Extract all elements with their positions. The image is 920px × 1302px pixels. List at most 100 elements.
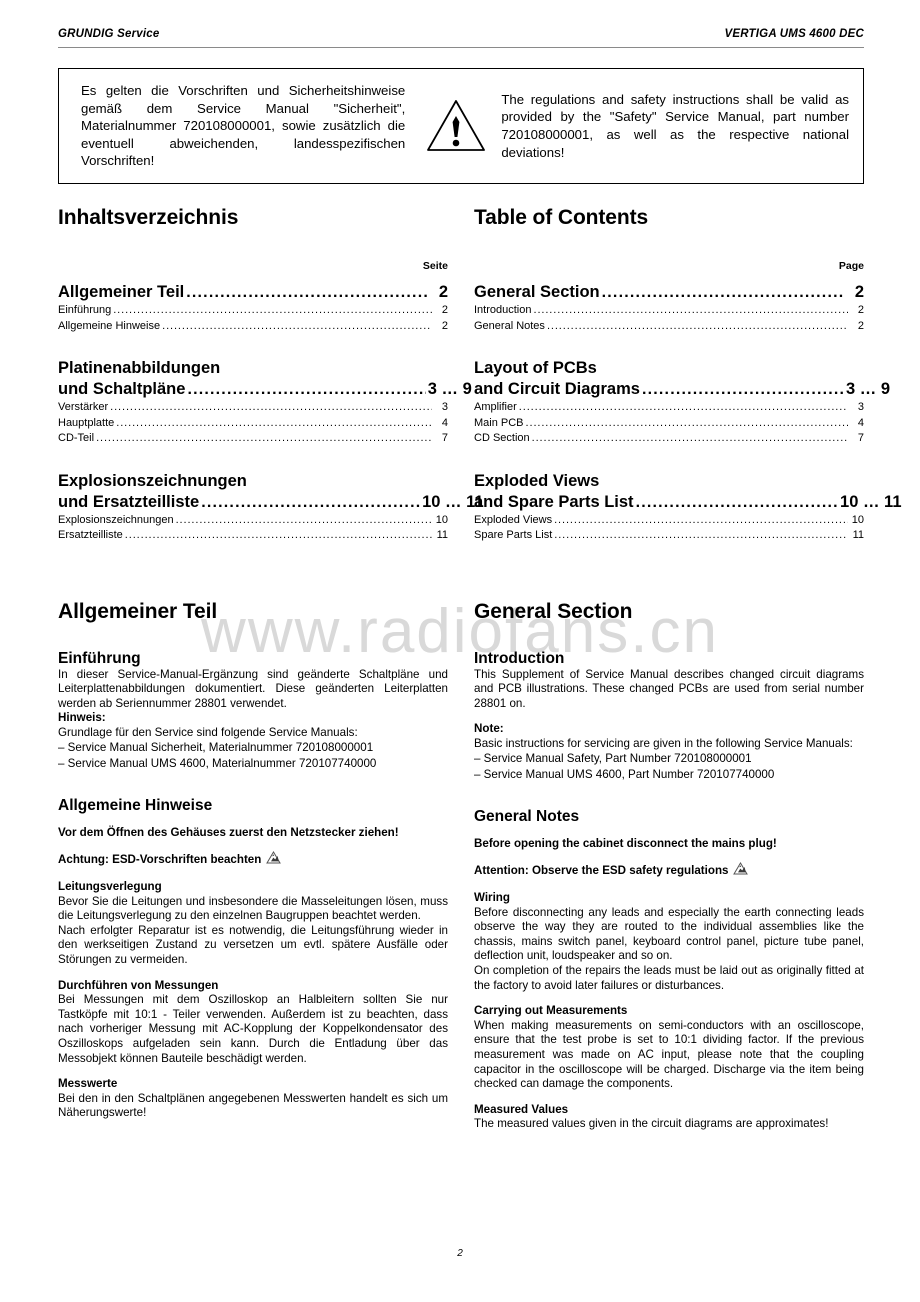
toc-group: Explosionszeichnungen und Ersatzteillist… [58,471,484,544]
column-english: Table of Contents Page General Section .… [474,206,902,1132]
page-number: 2 [457,1248,463,1259]
toc-main-entry[interactable]: and Circuit Diagrams ...................… [474,379,891,400]
toc-leader-dots: ........................................… [525,416,848,429]
toc-sub-entry[interactable]: Allgemeine Hinweise ....................… [58,319,448,335]
toc-leader-dots: ........................................… [113,304,432,316]
toc-main-page: 10 … 11 [422,492,484,511]
toc-sub-entry[interactable]: General Notes ..........................… [474,319,864,335]
toc-title-english: Table of Contents [474,206,649,229]
toc-german: Seite Allgemeiner Teil .................… [58,260,484,544]
measurements-label-english: Carrying out Measurements [474,1004,628,1018]
manual-list-item: – Service Manual Sicherheit, Materialnum… [58,741,374,755]
toc-main-entry[interactable]: Allgemeiner Teil .......................… [58,282,448,303]
note-text-english: Basic instructions for servicing are giv… [474,736,853,750]
toc-leader-dots: ........................................… [162,319,432,332]
toc-sub-entry[interactable]: CD-Teil ................................… [58,431,448,447]
toc-group: Exploded Views and Spare Parts List ....… [474,471,902,544]
toc-sub-page: 7 [857,432,864,444]
toc-sub-entry[interactable]: Amplifier ..............................… [474,400,864,416]
toc-sub-entry[interactable]: Ersatzteilliste ........................… [58,528,448,544]
toc-leader-dots: ........................................… [601,284,844,301]
note-text-german: Grundlage für den Service sind folgende … [58,725,358,739]
manual-list-item: – Service Manual UMS 4600, Part Number 7… [474,767,775,781]
esd-warning-english: Attention: Observe the ESD safety regula… [474,862,864,880]
toc-sub-entry[interactable]: Main PCB ...............................… [474,416,864,432]
toc-sub-entry[interactable]: Hauptplatte ............................… [58,416,448,432]
toc-sub-label: Ersatzteilliste [58,529,123,541]
toc-sub-entry[interactable]: Exploded Views .........................… [474,513,864,529]
toc-page-column-german: Seite [422,260,448,272]
toc-main-page: 2 [438,283,448,301]
toc-leader-dots: ........................................… [641,381,844,398]
manual-list-item: – Service Manual UMS 4600, Materialnumme… [58,756,377,770]
general-notes-heading-german: Allgemeine Hinweise [58,796,213,814]
toc-sub-entry[interactable]: Einführung .............................… [58,303,448,319]
toc-sub-page: 2 [441,304,448,316]
toc-leader-dots: ........................................… [554,529,848,541]
measured-values-paragraph-english: The measured values given in the circuit… [474,1117,829,1131]
safety-notice-box: Es gelten die Vorschriften und Sicherhei… [58,68,864,184]
toc-sub-entry[interactable]: Introduction ...........................… [474,303,864,319]
toc-sub-page: 2 [857,304,864,316]
toc-sub-label: CD Section [474,432,530,444]
toc-sub-page: 10 [435,513,448,526]
toc-page-column-english: Page [838,260,864,272]
toc-leader-dots: ........................................… [187,381,426,398]
toc-leader-dots: ........................................… [554,513,848,526]
column-german: Inhaltsverzeichnis Seite Allgemeiner Tei… [58,206,484,1121]
intro-block-german: Einführung In dieser Service-Manual-Ergä… [58,650,448,771]
toc-main-entry[interactable]: and Spare Parts List ...................… [474,492,902,513]
toc-leader-dots: ........................................… [518,401,848,413]
measured-values-paragraph-german: Bei den in den Schaltplänen angegebenen … [58,1091,448,1120]
toc-sub-page: 2 [857,319,864,332]
toc-sub-label: Spare Parts List [474,529,553,541]
toc-group: Platinenabbildungen und Schaltpläne ....… [58,358,472,447]
toc-main-label-line1: Explosionszeichnungen [58,471,247,490]
toc-sub-label: CD-Teil [58,432,95,444]
measurements-paragraph-german: Bei Messungen mit dem Oszilloskop an Hal… [58,993,448,1065]
toc-sub-entry[interactable]: Spare Parts List .......................… [474,528,864,544]
general-notes-heading-english: General Notes [474,807,580,825]
toc-main-page: 3 … 9 [846,380,891,398]
toc-main-label-line1: Layout of PCBs [474,359,597,377]
toc-sub-entry[interactable]: Explosionszeichnungen ..................… [58,513,448,529]
toc-sub-label: Hauptplatte [58,416,115,429]
general-notes-block-german: Allgemeine Hinweise Vor dem Öffnen des G… [58,797,448,1121]
toc-main-label: und Ersatzteilliste [58,492,200,511]
toc-sub-label: Verstärker [58,401,109,413]
toc-sub-label: Explosionszeichnungen [58,513,174,526]
toc-group: Allgemeiner Teil .......................… [58,282,448,334]
toc-title-german: Inhaltsverzeichnis [58,206,239,229]
intro-heading-english: Introduction [474,649,565,667]
measured-values-label-english: Measured Values [474,1102,569,1116]
header-rule [58,47,864,48]
toc-sub-page: 11 [852,529,864,541]
toc-main-entry[interactable]: und Ersatzteilliste ....................… [58,492,484,513]
toc-group: Layout of PCBs and Circuit Diagrams ....… [474,358,891,447]
toc-leader-dots: ........................................… [546,319,848,332]
wiring-paragraph-2-german: Nach erfolgter Reparatur ist es notwendi… [58,923,448,967]
toc-main-label: Allgemeiner Teil [58,283,185,301]
toc-leader-dots: ........................................… [201,493,420,511]
toc-leader-dots: ........................................… [175,513,432,526]
wiring-paragraph-1-german: Bevor Sie die Leitungen und insbesondere… [58,894,448,923]
toc-main-label-line1: Exploded Views [474,471,600,490]
toc-leader-dots: ........................................… [124,529,432,541]
running-header: GRUNDIG Service VERTIGA UMS 4600 DEC [58,28,864,40]
esd-warning-label: Attention: Observe the ESD safety regula… [474,863,729,877]
toc-main-entry[interactable]: und Schaltpläne ........................… [58,379,472,400]
toc-group: General Section ........................… [474,282,864,334]
toc-sub-label: Main PCB [474,416,524,429]
toc-sub-entry[interactable]: Verstärker .............................… [58,400,448,416]
safety-text-english: The regulations and safety instructions … [501,91,850,160]
toc-sub-page: 4 [857,416,864,429]
toc-leader-dots: ........................................… [96,432,432,444]
toc-main-entry[interactable]: General Section ........................… [474,282,864,303]
toc-main-page: 3 … 9 [427,380,472,398]
toc-sub-entry[interactable]: CD Section .............................… [474,431,864,447]
measured-values-label-german: Messwerte [58,1077,118,1091]
toc-leader-dots: ........................................… [116,416,432,429]
wiring-label-english: Wiring [474,891,510,905]
toc-main-label: und Schaltpläne [58,380,186,398]
toc-sub-label: Allgemeine Hinweise [58,319,161,332]
